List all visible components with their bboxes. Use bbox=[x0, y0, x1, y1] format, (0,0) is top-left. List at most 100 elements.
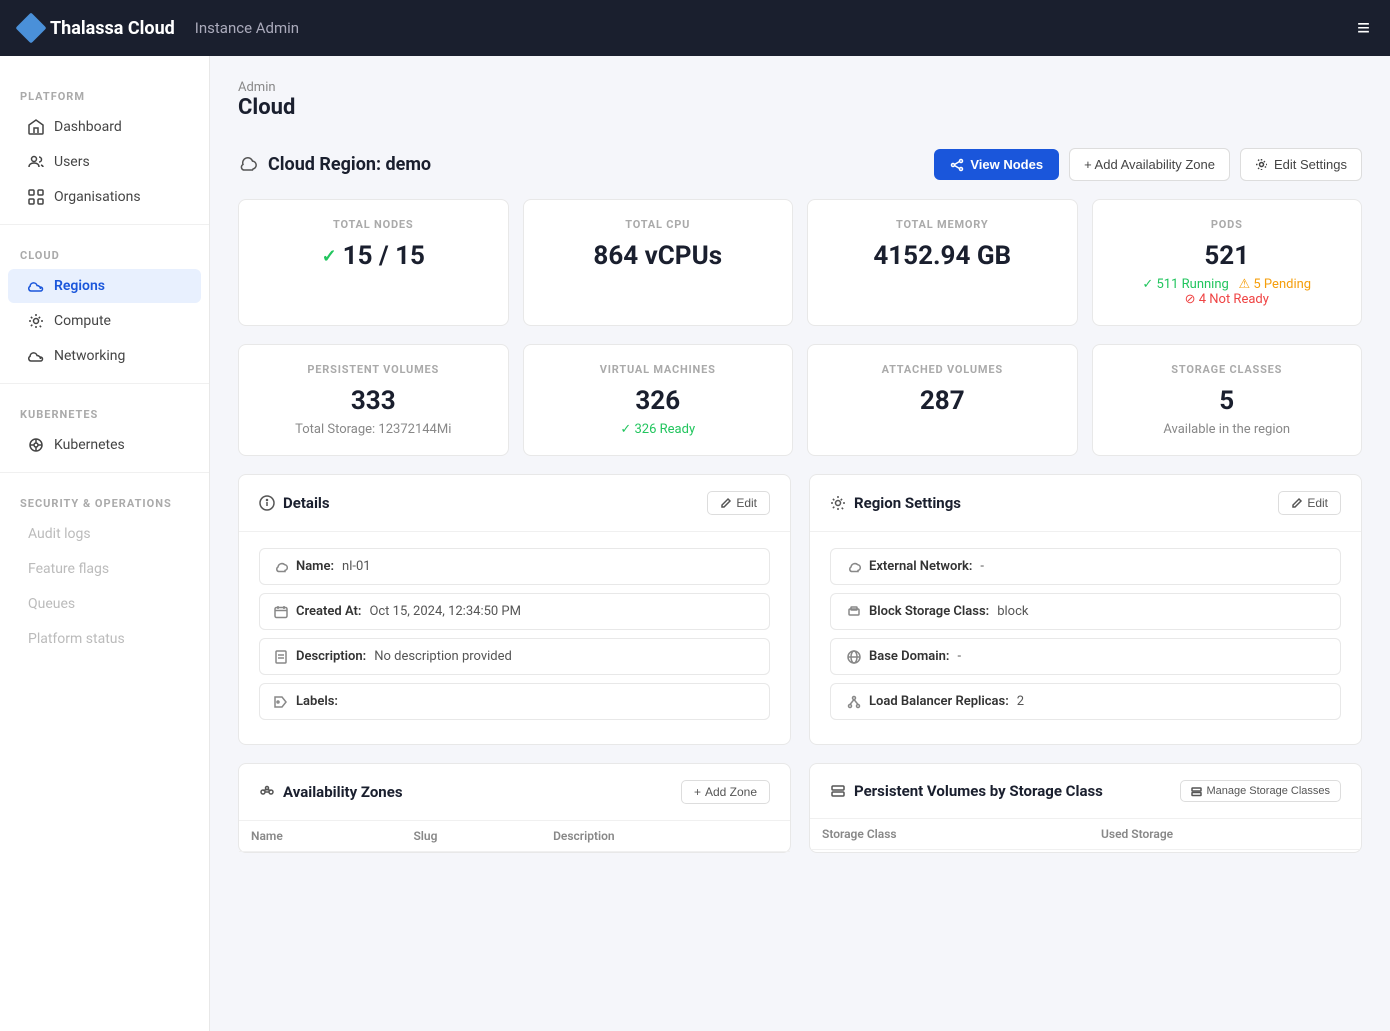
menu-icon[interactable]: ≡ bbox=[1357, 15, 1370, 41]
stat-storage-classes: STORAGE CLASSES 5 Available in the regio… bbox=[1092, 344, 1363, 456]
az-panel-body: Name Slug Description bbox=[239, 821, 790, 852]
sidebar-section-secops: SECURITY & OPERATIONS bbox=[0, 483, 209, 516]
instance-label: Instance Admin bbox=[195, 19, 299, 37]
sidebar-item-feature-flags: Feature flags bbox=[8, 552, 201, 586]
external-network-label: External Network: bbox=[869, 559, 972, 574]
region-settings-header: Region Settings Edit bbox=[810, 475, 1361, 532]
persistent-volumes-panel: Persistent Volumes by Storage Class Mana… bbox=[809, 763, 1362, 853]
region-settings-panel: Region Settings Edit External Network: - bbox=[809, 474, 1362, 745]
add-zone-label-text: Add Zone bbox=[705, 785, 757, 799]
sidebar-item-dashboard[interactable]: Dashboard bbox=[8, 110, 201, 144]
region-title: Cloud Region: demo bbox=[238, 154, 431, 175]
stat-sc-sub: Available in the region bbox=[1113, 422, 1342, 437]
sidebar-divider-1 bbox=[0, 224, 209, 225]
region-actions: View Nodes + Add Availability Zone Edit … bbox=[934, 148, 1362, 181]
detail-description-value: No description provided bbox=[374, 649, 512, 664]
sidebar-label-audit-logs: Audit logs bbox=[28, 526, 91, 542]
manage-storage-label: Manage Storage Classes bbox=[1206, 785, 1330, 797]
page-title: Cloud bbox=[238, 95, 1362, 120]
az-icon bbox=[259, 784, 275, 800]
detail-description-row: Description: No description provided bbox=[259, 638, 770, 675]
az-panel-title: Availability Zones bbox=[259, 783, 403, 801]
logo-text: Thalassa Cloud bbox=[50, 18, 175, 39]
add-zone-button[interactable]: + Add Zone bbox=[681, 780, 770, 804]
sidebar-item-compute[interactable]: Compute bbox=[8, 304, 201, 338]
sidebar-label-regions: Regions bbox=[54, 278, 105, 294]
calendar-icon bbox=[274, 605, 288, 619]
detail-labels-label: Labels: bbox=[296, 694, 338, 709]
edit-settings-button[interactable]: Edit Settings bbox=[1240, 148, 1362, 181]
load-balancer-icon bbox=[847, 695, 861, 709]
stat-vm-label: VIRTUAL MACHINES bbox=[544, 363, 773, 376]
stat-total-memory-label: TOTAL MEMORY bbox=[828, 218, 1057, 231]
gear-icon bbox=[28, 313, 44, 329]
pods-not-ready: ⊘ 4 Not Ready bbox=[1185, 292, 1269, 307]
block-storage-value: block bbox=[997, 604, 1028, 619]
cloud-icon bbox=[28, 278, 44, 294]
add-availability-zone-button[interactable]: + Add Availability Zone bbox=[1069, 148, 1230, 181]
breadcrumb: Admin Cloud bbox=[238, 80, 1362, 120]
region-settings-edit-button[interactable]: Edit bbox=[1278, 491, 1341, 515]
region-settings-body: External Network: - Block Storage Class:… bbox=[810, 532, 1361, 744]
pv-col-used-storage: Used Storage bbox=[1089, 819, 1361, 850]
region-cloud-icon bbox=[238, 155, 258, 175]
stat-pv-label: PERSISTENT VOLUMES bbox=[259, 363, 488, 376]
stat-total-cpu: TOTAL CPU 864 vCPUs bbox=[523, 199, 794, 326]
stat-av-label: ATTACHED VOLUMES bbox=[828, 363, 1057, 376]
az-col-name: Name bbox=[239, 821, 401, 852]
detail-name-value: nl-01 bbox=[342, 559, 371, 574]
sidebar-item-regions[interactable]: Regions bbox=[8, 269, 201, 303]
stat-av-value: 287 bbox=[828, 386, 1057, 416]
networking-icon bbox=[28, 348, 44, 364]
sidebar-item-users[interactable]: Users bbox=[8, 145, 201, 179]
logo-icon bbox=[15, 12, 46, 43]
pods-running: ✓ 511 Running bbox=[1142, 277, 1228, 292]
base-domain-value: - bbox=[957, 649, 961, 664]
pv-panel-header: Persistent Volumes by Storage Class Mana… bbox=[810, 764, 1361, 819]
users-icon bbox=[28, 154, 44, 170]
availability-zones-panel: Availability Zones + Add Zone Name Slug bbox=[238, 763, 791, 853]
detail-name-row: Name: nl-01 bbox=[259, 548, 770, 585]
sidebar-item-networking[interactable]: Networking bbox=[8, 339, 201, 373]
sidebar-label-feature-flags: Feature flags bbox=[28, 561, 109, 577]
pv-panel-title: Persistent Volumes by Storage Class bbox=[830, 782, 1103, 800]
stat-pods: PODS 521 ✓ 511 Running ⚠ 5 Pending ⊘ 4 N… bbox=[1092, 199, 1363, 326]
stat-total-memory: TOTAL MEMORY 4152.94 GB bbox=[807, 199, 1078, 326]
sidebar-item-kubernetes[interactable]: Kubernetes bbox=[8, 428, 201, 462]
settings-pencil-icon bbox=[1291, 497, 1303, 509]
check-circle-icon: ✓ bbox=[322, 246, 337, 267]
sidebar-label-organisations: Organisations bbox=[54, 189, 141, 205]
az-panel-title-text: Availability Zones bbox=[283, 783, 403, 801]
sidebar-label-platform-status: Platform status bbox=[28, 631, 125, 647]
details-edit-button[interactable]: Edit bbox=[707, 491, 770, 515]
stat-sc-label: STORAGE CLASSES bbox=[1113, 363, 1342, 376]
manage-storage-classes-button[interactable]: Manage Storage Classes bbox=[1180, 780, 1341, 802]
load-balancer-label: Load Balancer Replicas: bbox=[869, 694, 1009, 709]
sidebar-label-dashboard: Dashboard bbox=[54, 119, 122, 135]
sidebar-item-organisations[interactable]: Organisations bbox=[8, 180, 201, 214]
logo[interactable]: Thalassa Cloud bbox=[20, 17, 175, 39]
info-icon bbox=[259, 495, 275, 511]
sidebar-divider-2 bbox=[0, 383, 209, 384]
region-header: Cloud Region: demo View Nodes + Add Avai… bbox=[238, 148, 1362, 181]
settings-gear-icon bbox=[830, 495, 846, 511]
stat-total-nodes: TOTAL NODES ✓ 15 / 15 bbox=[238, 199, 509, 326]
detail-created-label: Created At: bbox=[296, 604, 361, 619]
pencil-icon bbox=[720, 497, 732, 509]
add-zone-label: + Add Availability Zone bbox=[1084, 157, 1215, 172]
nodes-value-text: 15 / 15 bbox=[343, 241, 425, 271]
page-layout: PLATFORM Dashboard Users Organisations C… bbox=[0, 56, 1390, 1031]
settings-external-network: External Network: - bbox=[830, 548, 1341, 585]
stat-pv-sub: Total Storage: 12372144Mi bbox=[259, 422, 488, 437]
view-nodes-button[interactable]: View Nodes bbox=[934, 149, 1059, 180]
stat-total-nodes-label: TOTAL NODES bbox=[259, 218, 488, 231]
stat-total-memory-value: 4152.94 GB bbox=[828, 241, 1057, 271]
region-settings-title: Region Settings bbox=[830, 494, 961, 512]
details-edit-label: Edit bbox=[736, 496, 757, 510]
pv-col-storage-class: Storage Class bbox=[810, 819, 1089, 850]
labels-icon bbox=[274, 695, 288, 709]
app-header: Thalassa Cloud Instance Admin ≡ bbox=[0, 0, 1390, 56]
stat-persistent-volumes: PERSISTENT VOLUMES 333 Total Storage: 12… bbox=[238, 344, 509, 456]
block-storage-icon bbox=[847, 605, 861, 619]
stat-attached-volumes: ATTACHED VOLUMES 287 bbox=[807, 344, 1078, 456]
